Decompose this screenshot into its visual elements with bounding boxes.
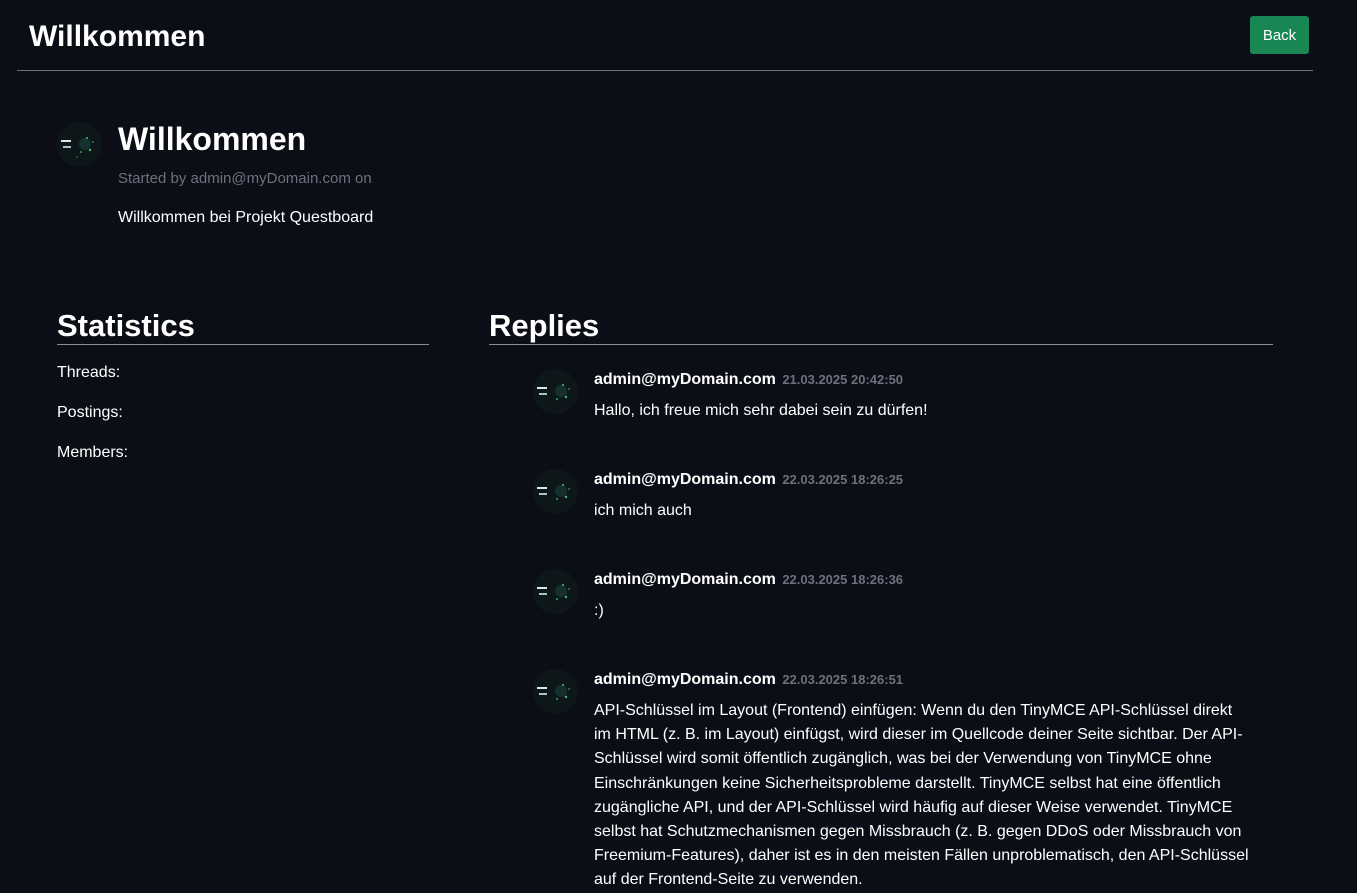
stat-members: Members: xyxy=(57,444,129,461)
statistics-heading: Statistics xyxy=(57,308,429,345)
reply-item: admin@myDomain.com 22.03.2025 18:26:25 i… xyxy=(533,469,1253,529)
user-avatar-icon xyxy=(57,122,102,167)
reply-text: :) xyxy=(594,602,604,619)
thread-meta: Started by admin@myDomain.com on xyxy=(118,170,372,187)
reply-text: ich mich auch xyxy=(594,502,692,519)
stat-threads: Threads: xyxy=(57,364,121,381)
reply-item: admin@myDomain.com 21.03.2025 20:42:50 H… xyxy=(533,369,1253,429)
page-title: Willkommen xyxy=(29,20,206,53)
reply-date: 21.03.2025 20:42:50 xyxy=(782,372,904,387)
stat-postings: Postings: xyxy=(57,404,123,421)
thread-title: Willkommen xyxy=(118,121,307,157)
user-avatar-icon xyxy=(533,369,578,414)
user-avatar-icon xyxy=(533,569,578,614)
reply-header: admin@myDomain.com 22.03.2025 18:26:25 xyxy=(594,470,903,490)
reply-date: 22.03.2025 18:26:25 xyxy=(782,472,904,487)
reply-item: admin@myDomain.com 22.03.2025 18:26:51 A… xyxy=(533,669,1253,888)
reply-header: admin@myDomain.com 22.03.2025 18:26:36 xyxy=(594,570,903,590)
page-header: Willkommen Back xyxy=(17,0,1313,71)
reply-date: 22.03.2025 18:26:36 xyxy=(782,572,904,587)
reply-text: API-Schlüssel im Layout (Frontend) einfü… xyxy=(594,702,1249,889)
reply-author: admin@myDomain.com xyxy=(594,471,776,488)
replies-heading: Replies xyxy=(489,308,1273,345)
reply-author: admin@myDomain.com xyxy=(594,671,776,688)
reply-header: admin@myDomain.com 21.03.2025 20:42:50 xyxy=(594,370,903,390)
user-avatar-icon xyxy=(533,669,578,714)
reply-author: admin@myDomain.com xyxy=(594,371,776,388)
thread-body: Willkommen bei Projekt Questboard xyxy=(118,209,374,226)
reply-item: admin@myDomain.com 22.03.2025 18:26:36 :… xyxy=(533,569,1253,629)
back-button[interactable]: Back xyxy=(1250,16,1309,54)
user-avatar-icon xyxy=(533,469,578,514)
reply-text: Hallo, ich freue mich sehr dabei sein zu… xyxy=(594,402,928,419)
reply-date: 22.03.2025 18:26:51 xyxy=(782,672,904,687)
reply-author: admin@myDomain.com xyxy=(594,571,776,588)
reply-header: admin@myDomain.com 22.03.2025 18:26:51 xyxy=(594,670,903,690)
